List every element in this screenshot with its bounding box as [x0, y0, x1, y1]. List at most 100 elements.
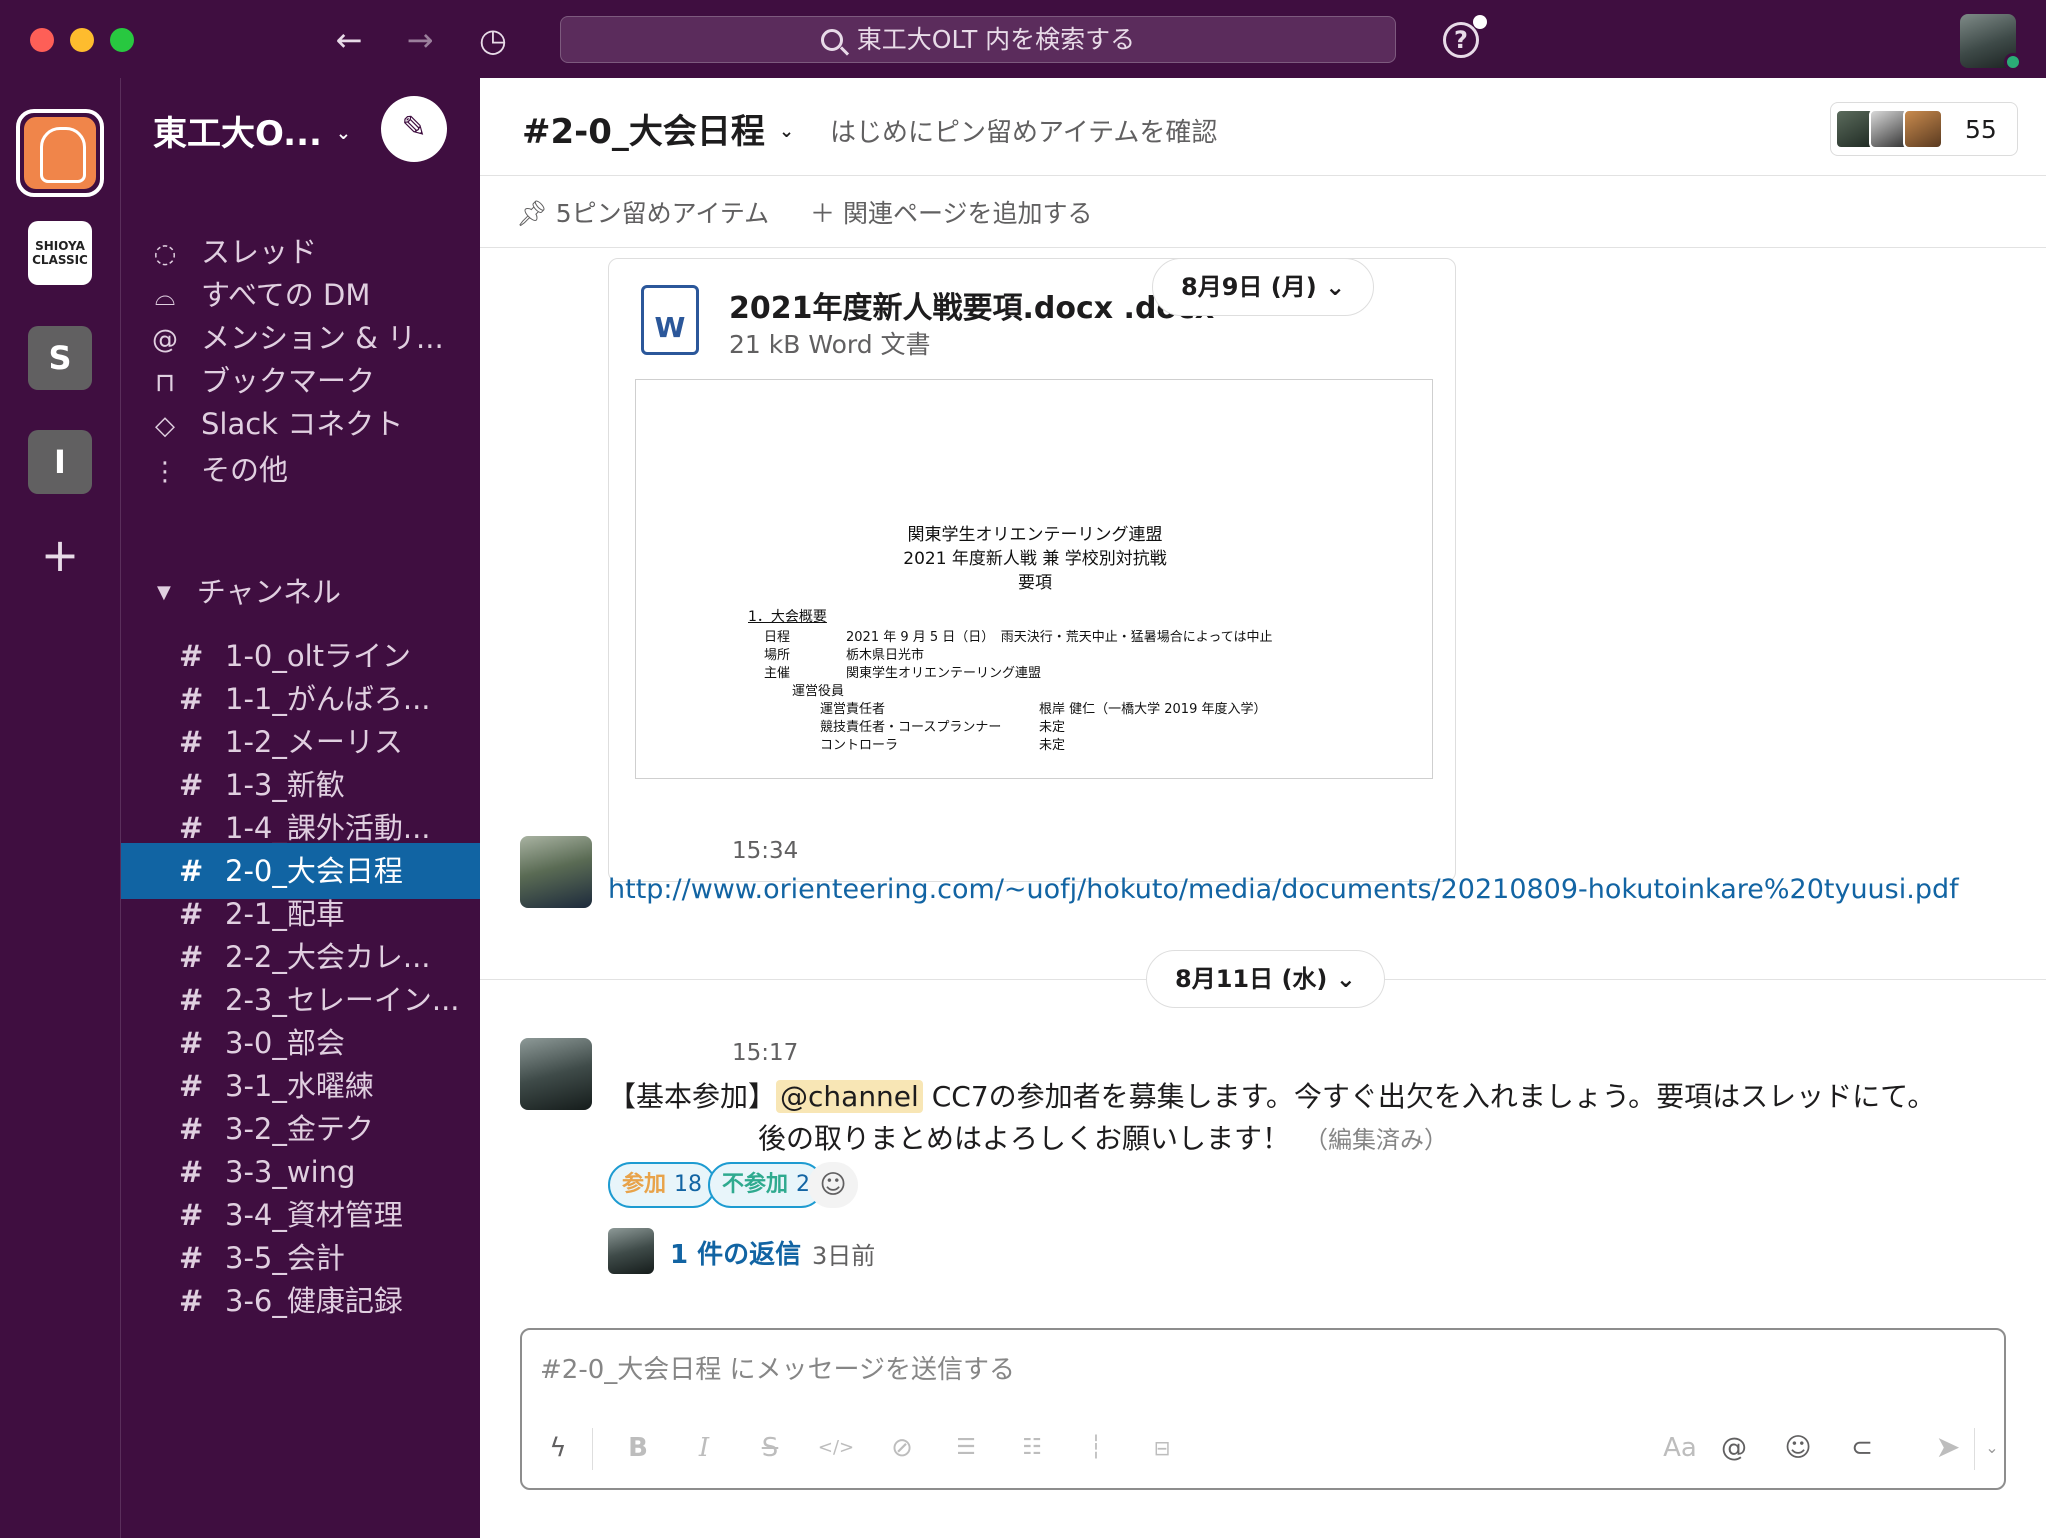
edited-label: （編集済み） [1304, 1126, 1449, 1154]
chevron-down-icon: ⌄ [1325, 273, 1346, 301]
doc-staff-name: 根岸 健仁（一橋大学 2019 年度入学） [1039, 702, 1267, 717]
search-bar[interactable]: 東工大OLT 内を検索する [560, 16, 1396, 63]
doc-row-label: 日程 [764, 630, 791, 645]
doc-staff-role: コントローラ [820, 738, 899, 753]
sidebar-item-more[interactable]: ⋮ その他 [151, 446, 288, 494]
channel-name: 2-1_配車 [225, 897, 345, 931]
document-preview[interactable]: 関東学生オリエンテーリング連盟 2021 年度新人戦 兼 学校別対抗戦 要項 1… [635, 379, 1433, 779]
attachment-icon[interactable]: ⊂ [1842, 1428, 1882, 1468]
bulleted-list-icon[interactable]: ☷ [1012, 1428, 1052, 1468]
channels-header-label: チャンネル [196, 575, 341, 609]
doc-staff-role: 運営責任者 [820, 702, 886, 717]
sidebar-item-bookmarks[interactable]: ⊓ ブックマーク [151, 357, 375, 405]
sidebar-item-label: ブックマーク [201, 364, 376, 398]
reaction-sanka[interactable]: 参加 18 [608, 1162, 717, 1208]
link-icon[interactable]: ⊘ [882, 1428, 922, 1468]
send-options-chevron-icon[interactable]: ⌄ [1980, 1428, 2004, 1468]
file-attachment[interactable]: W 2021年度新人戦要項.docx .docx 21 kB Word 文書 関… [608, 258, 1456, 882]
workspace-s[interactable]: S [28, 326, 92, 390]
file-name[interactable]: 2021年度新人戦要項.docx .docx [729, 283, 1214, 327]
members-button[interactable]: 55 [1830, 102, 2018, 156]
code-block-icon[interactable]: ⊟ [1142, 1428, 1182, 1468]
search-placeholder: 東工大OLT 内を検索する [856, 25, 1136, 54]
sender-avatar[interactable] [520, 1038, 592, 1110]
channel-name: 1-4_課外活動... [225, 811, 431, 845]
date-label: 8月11日 (水) [1175, 965, 1328, 993]
date-divider-button[interactable]: 8月9日 (月) ⌄ [1152, 258, 1375, 316]
date-divider-button[interactable]: 8月11日 (水) ⌄ [1146, 950, 1385, 1008]
sidebar-item-slack-connect[interactable]: ◇ Slack コネクト [151, 400, 403, 448]
minimize-window-button[interactable] [70, 28, 94, 52]
add-workspace-icon[interactable]: + [36, 532, 84, 581]
zoom-window-button[interactable] [110, 28, 134, 52]
sidebar-item-all-dms[interactable]: ⌓ すべての DM [151, 271, 371, 319]
message-input[interactable] [540, 1350, 1980, 1390]
formatting-toggle-icon[interactable]: Aa [1652, 1428, 1708, 1468]
more-vertical-icon: ⋮ [152, 457, 178, 487]
pin-icon: 📌︎ [516, 199, 556, 228]
workspace-logo-icon [24, 117, 96, 189]
channel-title-button[interactable]: #2-0_大会日程 ⌄ [522, 104, 794, 153]
code-icon[interactable]: </> [816, 1428, 856, 1468]
message-timestamp[interactable]: 15:34 [732, 838, 798, 864]
doc-row-value: 関東学生オリエンテーリング連盟 [846, 666, 1042, 681]
workspace-tokodai-olt[interactable] [16, 109, 104, 197]
channel-name: 1-0_oltライン [225, 639, 412, 673]
channel-topic[interactable]: はじめにピン留めアイテムを確認 [830, 112, 1217, 149]
compose-button[interactable]: ✎ [381, 96, 447, 162]
channels-section-header[interactable]: ▼ チャンネル [157, 568, 341, 617]
channel-mention[interactable]: @channel [776, 1080, 923, 1113]
doc-title-line: 関東学生オリエンテーリング連盟 [907, 525, 1163, 545]
blockquote-icon[interactable]: ┆ [1076, 1428, 1116, 1468]
strikethrough-icon[interactable]: S [750, 1428, 790, 1468]
thread-replies-link[interactable]: 1 件の返信 [670, 1234, 801, 1271]
channel-name: 3-2_金テク [225, 1112, 374, 1146]
workspace-shioya-classic[interactable]: SHIOYA CLASSIC [28, 221, 92, 285]
sender-avatar[interactable] [520, 836, 592, 908]
channel-name: 3-0_部会 [225, 1026, 345, 1060]
pinned-items-label: 5ピン留めアイテム [555, 199, 770, 228]
reaction-fusanka[interactable]: 不参加 2 [708, 1162, 825, 1208]
workspace-i[interactable]: I [28, 430, 92, 494]
workspace-name-button[interactable]: 東工大O... ⌄ [153, 106, 351, 155]
bookmarks-bar: 📌︎ 5ピン留めアイテム ＋ 関連ページを追加する [480, 176, 2046, 248]
add-bookmark-button[interactable]: ＋ 関連ページを追加する [810, 194, 1092, 230]
ordered-list-icon[interactable]: ☰ [946, 1428, 986, 1468]
message-link[interactable]: http://www.orienteering.com/~uofj/hokuto… [608, 874, 1959, 905]
workspace-shioya-label: SHIOYA CLASSIC [32, 239, 88, 267]
doc-staff-header: 運営役員 [792, 684, 845, 699]
doc-row-value: 栃木県日光市 [846, 648, 925, 663]
add-reaction-icon[interactable]: ☺ [808, 1162, 858, 1208]
pinned-items-button[interactable]: 📌︎ 5ピン留めアイテム [516, 194, 769, 230]
message-timestamp[interactable]: 15:17 [732, 1040, 798, 1066]
member-avatar [1903, 109, 1943, 149]
member-count: 55 [1965, 115, 1997, 144]
sidebar-item-label: Slack コネクト [201, 407, 404, 441]
compose-icon: ✎ [401, 110, 427, 145]
add-bookmark-label: 関連ページを追加する [842, 199, 1093, 228]
main-pane: #2-0_大会日程 ⌄ はじめにピン留めアイテムを確認 55 📌︎ 5ピン留めアイ… [480, 78, 2046, 1538]
history-clock-icon[interactable]: ◷ [471, 18, 515, 62]
doc-row-value: 2021 年 9 月 5 日（日） 雨天決行・荒天中止・猛暑場合によっては中止 [846, 630, 1273, 645]
sidebar-item-threads[interactable]: ◌ スレッド [151, 228, 317, 276]
sidebar-channel[interactable]: #3-6_健康記録 [121, 1273, 480, 1329]
doc-title-line: 2021 年度新人戦 兼 学校別対抗戦 [903, 549, 1167, 569]
mention-icon[interactable]: @ [1714, 1428, 1754, 1468]
sidebar-item-label: メンション & リ... [201, 321, 444, 355]
channel-name: 1-1_がんばろ... [225, 682, 431, 716]
help-icon[interactable]: ? [1443, 22, 1479, 58]
message-text: 【基本参加】 @channel CC7の参加者を募集します。今すぐ出欠を入れましょ… [608, 1076, 1988, 1161]
lightning-shortcuts-icon[interactable]: ϟ [538, 1428, 578, 1468]
message-prefix: 【基本参加】 [608, 1080, 777, 1113]
bold-icon[interactable]: B [618, 1428, 658, 1468]
italic-icon[interactable]: I [684, 1428, 724, 1468]
emoji-icon[interactable]: ☺ [1778, 1428, 1818, 1468]
fusanka-emoji-icon: 不参加 [722, 1172, 789, 1197]
send-icon[interactable]: ➤ [1928, 1428, 1968, 1468]
close-window-button[interactable] [30, 28, 54, 52]
forward-arrow-icon[interactable]: → [398, 18, 442, 62]
channel-name: 1-2_メーリス [225, 725, 403, 759]
channel-name: 3-5_会計 [225, 1241, 345, 1275]
back-arrow-icon[interactable]: ← [327, 18, 371, 62]
sidebar-item-mentions[interactable]: @ メンション & リ... [151, 314, 444, 362]
